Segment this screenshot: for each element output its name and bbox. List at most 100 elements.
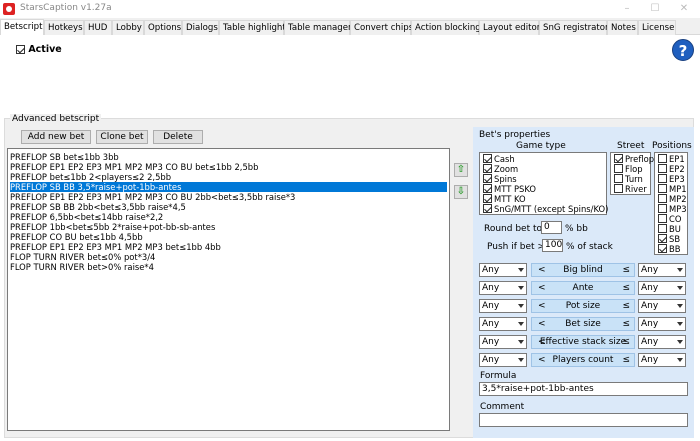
pot-size-max-select[interactable]: Any <box>638 299 686 313</box>
check-icon[interactable] <box>658 164 667 173</box>
check-icon[interactable] <box>483 164 492 173</box>
list-item[interactable]: PREFLOP 6,5bb<bet≤14bb raise*2,2 <box>10 212 163 222</box>
comment-input[interactable] <box>479 413 688 427</box>
list-item[interactable]: PREFLOP EP1 EP2 EP3 MP1 MP2 MP3 bet≤1bb … <box>10 242 221 252</box>
position-co[interactable]: CO <box>658 214 681 224</box>
big-blind-min-select[interactable]: Any <box>479 263 527 277</box>
tab-notes[interactable]: Notes <box>607 20 638 35</box>
close-icon[interactable]: ✕ <box>674 2 694 16</box>
check-icon[interactable] <box>614 164 623 173</box>
position-ep2[interactable]: EP2 <box>658 164 685 174</box>
active-checkbox[interactable]: Active <box>16 44 62 55</box>
street-turn[interactable]: Turn <box>614 174 643 184</box>
check-icon[interactable] <box>483 154 492 163</box>
tab-betscript[interactable]: Betscript <box>0 19 44 36</box>
position-ep1[interactable]: EP1 <box>658 154 685 164</box>
comment-label: Comment <box>480 402 525 412</box>
tab-convert-chips[interactable]: Convert chips <box>350 20 413 35</box>
list-item-selected[interactable]: PREFLOP SB BB 3,5*raise+pot-1bb-antes <box>10 182 447 192</box>
list-item[interactable]: PREFLOP EP1 EP2 EP3 MP1 MP2 MP3 CO BU 2b… <box>10 192 295 202</box>
street-river[interactable]: River <box>614 184 647 194</box>
tab-table-highlight[interactable]: Table highlight <box>219 20 286 35</box>
players-count-max-select[interactable]: Any <box>638 353 686 367</box>
push-if-bet-label: Push if bet > <box>487 242 545 252</box>
check-icon[interactable] <box>614 174 623 183</box>
tab-license[interactable]: License <box>638 20 676 35</box>
check-icon[interactable] <box>658 214 667 223</box>
position-sb[interactable]: SB <box>658 234 680 244</box>
tab-options[interactable]: Options <box>144 20 182 35</box>
check-icon[interactable] <box>658 234 667 243</box>
position-bb[interactable]: BB <box>658 244 681 254</box>
position-ep3[interactable]: EP3 <box>658 174 685 184</box>
minimize-icon[interactable]: – <box>617 2 637 16</box>
check-icon[interactable] <box>658 204 667 213</box>
list-item[interactable]: FLOP TURN RIVER bet≤0% pot*3/4 <box>10 252 155 262</box>
list-item[interactable]: PREFLOP bet≤1bb 2<players≤2 2,5bb <box>10 172 171 182</box>
positions-list: EP1 EP2 EP3 MP1 MP2 MP3 CO BU SB BB <box>654 152 688 255</box>
active-check-icon[interactable] <box>16 45 25 54</box>
maximize-icon[interactable]: ☐ <box>645 2 665 16</box>
position-mp2[interactable]: MP2 <box>658 194 687 204</box>
tab-action-blocking[interactable]: Action blocking <box>411 20 481 35</box>
pot-size-min-select[interactable]: Any <box>479 299 527 313</box>
game-type-cash[interactable]: Cash <box>483 154 515 164</box>
position-mp3[interactable]: MP3 <box>658 204 687 214</box>
players-count-min-select[interactable]: Any <box>479 353 527 367</box>
ante-min-select[interactable]: Any <box>479 281 527 295</box>
bet-size-min-select[interactable]: Any <box>479 317 527 331</box>
round-bet-input[interactable]: 0 <box>541 221 562 234</box>
check-icon[interactable] <box>658 184 667 193</box>
street-preflop[interactable]: Preflop <box>614 154 654 164</box>
street-flop[interactable]: Flop <box>614 164 643 174</box>
bet-list[interactable]: PREFLOP SB bet≤1bb 3bb PREFLOP EP1 EP2 E… <box>7 148 450 431</box>
add-new-bet-button[interactable]: Add new bet <box>21 130 91 144</box>
game-type-spins[interactable]: Spins <box>483 174 517 184</box>
effective-stack-max-select[interactable]: Any <box>638 335 686 349</box>
bet-size-max-select[interactable]: Any <box>638 317 686 331</box>
check-icon[interactable] <box>483 184 492 193</box>
list-item[interactable]: PREFLOP 1bb<bet≤5bb 2*raise+pot-bb-sb-an… <box>10 222 215 232</box>
effective-stack-min-select[interactable]: Any <box>479 335 527 349</box>
tab-dialogs[interactable]: Dialogs <box>182 20 219 35</box>
tab-table-manager[interactable]: Table manager <box>284 20 352 35</box>
big-blind-max-select[interactable]: Any <box>638 263 686 277</box>
check-icon[interactable] <box>483 204 492 213</box>
position-mp1[interactable]: MP1 <box>658 184 687 194</box>
tab-sng-registrator[interactable]: SnG registrator <box>539 20 609 35</box>
game-type-sng-mtt[interactable]: SnG/MTT (except Spins/KO) <box>483 204 608 214</box>
list-item[interactable]: PREFLOP SB bet≤1bb 3bb <box>10 152 119 162</box>
list-item[interactable]: PREFLOP CO BU bet≤1bb 4,5bb <box>10 232 143 242</box>
game-type-zoom[interactable]: Zoom <box>483 164 518 174</box>
tab-lobby[interactable]: Lobby <box>112 20 144 35</box>
check-icon[interactable] <box>658 224 667 233</box>
ante-max-select[interactable]: Any <box>638 281 686 295</box>
tab-layout-editor[interactable]: Layout editor <box>479 20 540 35</box>
game-type-mtt-psko[interactable]: MTT PSKO <box>483 184 536 194</box>
check-icon[interactable] <box>483 174 492 183</box>
formula-input[interactable]: 3,5*raise+pot-1bb-antes <box>479 382 688 396</box>
help-icon[interactable]: ? <box>672 39 694 61</box>
check-icon[interactable] <box>614 154 623 163</box>
check-icon[interactable] <box>614 184 623 193</box>
list-item[interactable]: PREFLOP EP1 EP2 EP3 MP1 MP2 MP3 CO BU be… <box>10 162 258 172</box>
check-icon[interactable] <box>658 244 667 253</box>
list-item[interactable]: FLOP TURN RIVER bet>0% raise*4 <box>10 262 154 272</box>
round-bet-label: Round bet to <box>484 224 543 234</box>
tab-hotkeys[interactable]: Hotkeys <box>44 20 84 35</box>
clone-bet-button[interactable]: Clone bet <box>96 130 148 144</box>
list-item[interactable]: PREFLOP SB BB 2bb<bet≤3,5bb raise*4,5 <box>10 202 186 212</box>
push-if-bet-input[interactable]: 100 <box>542 239 563 252</box>
check-icon[interactable] <box>658 154 667 163</box>
bet-size-condition: < Bet size ≤ <box>531 317 635 331</box>
game-type-mtt-ko[interactable]: MTT KO <box>483 194 526 204</box>
check-icon[interactable] <box>658 174 667 183</box>
tab-hud[interactable]: HUD <box>84 20 112 35</box>
check-icon[interactable] <box>658 194 667 203</box>
move-up-button[interactable]: ⇧ <box>454 163 468 177</box>
move-down-button[interactable]: ⇩ <box>454 185 468 199</box>
check-icon[interactable] <box>483 194 492 203</box>
delete-bet-button[interactable]: Delete <box>153 130 203 144</box>
position-bu[interactable]: BU <box>658 224 681 234</box>
chevron-down-icon <box>518 304 524 308</box>
